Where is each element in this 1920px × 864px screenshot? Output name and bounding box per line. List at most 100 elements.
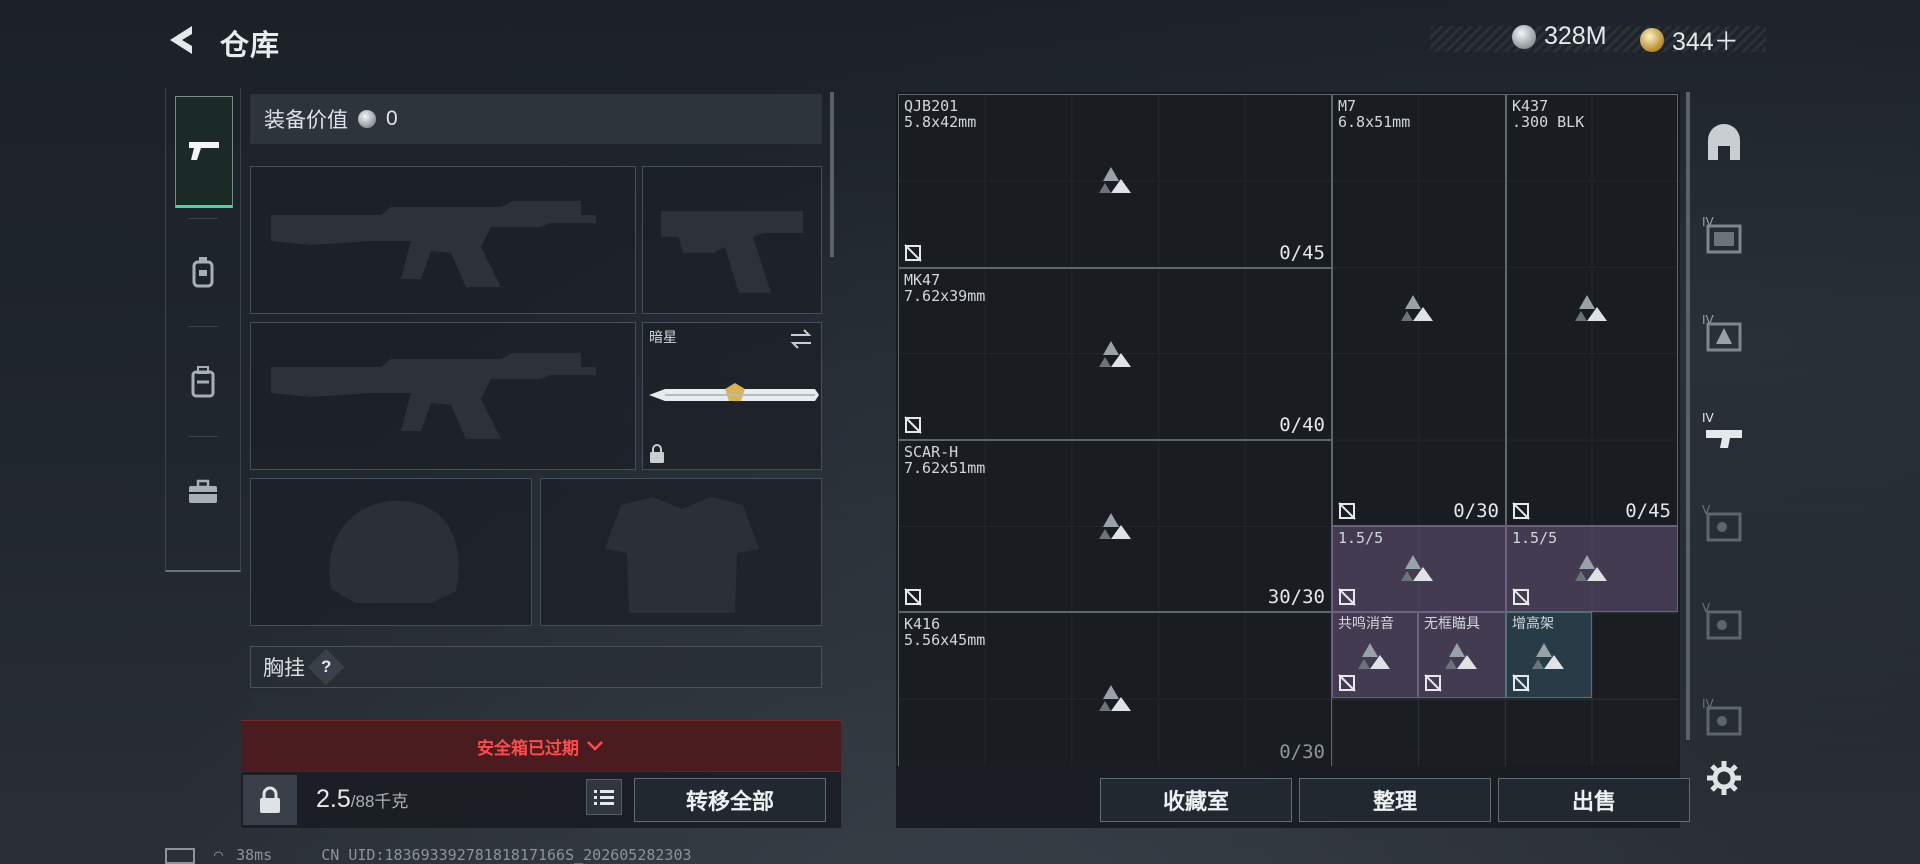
gold-coin-icon xyxy=(1640,28,1664,52)
backpack-icon xyxy=(191,366,215,398)
storage-tab-3-icon[interactable]: IV xyxy=(1700,408,1748,456)
item-count: 0/40 xyxy=(1279,414,1325,436)
item-name: K416 xyxy=(904,615,941,633)
game-logo-icon xyxy=(1401,295,1433,321)
item-label: QJB201 5.8x42mm xyxy=(904,98,976,130)
storage-item[interactable]: 1.5/5 xyxy=(1332,526,1506,612)
sidearm-slot[interactable] xyxy=(642,166,822,314)
collection-room-button[interactable]: 收藏室 xyxy=(1100,778,1292,822)
item-name: 共鸣消音 xyxy=(1338,616,1394,632)
tab-toolbox[interactable] xyxy=(174,438,232,546)
game-logo-icon xyxy=(1532,643,1564,669)
storage-tab-5-icon[interactable]: V xyxy=(1700,598,1748,646)
item-name: 1.5/5 xyxy=(1338,529,1384,547)
storage-item[interactable]: MK47 7.62x39mm 0/40 xyxy=(898,268,1332,440)
storage-item[interactable]: 共鸣消音 xyxy=(1332,612,1418,698)
item-ammo: 7.62x51mm xyxy=(904,459,986,477)
game-logo-icon xyxy=(1099,167,1131,193)
storage-item[interactable]: M7 6.8x51mm 0/30 xyxy=(1332,94,1506,526)
storage-grid: QJB201 5.8x42mm 0/45 M7 6.8x51mm 0/30 K437… xyxy=(898,94,1678,766)
settings-gear-icon[interactable] xyxy=(1704,758,1744,798)
storage-tab-2-icon[interactable]: IV xyxy=(1700,310,1748,358)
game-logo-icon xyxy=(1401,555,1433,581)
storage-item[interactable]: SCAR-H 7.62x51mm 30/30 xyxy=(898,440,1332,612)
melee-slot[interactable]: 暗星 xyxy=(642,322,822,470)
item-name: MK47 xyxy=(904,271,941,289)
swap-icon[interactable] xyxy=(789,329,813,349)
lock-icon xyxy=(260,786,280,813)
item-name: SCAR-H xyxy=(904,443,959,461)
game-logo-icon xyxy=(1099,513,1131,539)
no-slot-icon xyxy=(1512,588,1530,606)
item-label: K416 5.56x45mm xyxy=(904,616,985,648)
game-logo-icon xyxy=(1099,341,1131,367)
weight-display: 2.5/88千克 xyxy=(316,785,408,814)
storage-tab-main-icon[interactable] xyxy=(1700,120,1748,168)
safe-box-alert-text: 安全箱已过期 xyxy=(477,738,579,758)
equipment-value-bar: 装备价值 0 xyxy=(250,94,822,144)
wifi-icon: ◠ xyxy=(214,846,224,864)
storage-item[interactable]: K416 5.56x45mm 0/30 xyxy=(898,612,1332,766)
toolbox-icon xyxy=(189,479,217,503)
item-ammo: 6.8x51mm xyxy=(1338,113,1411,131)
help-icon[interactable]: ? xyxy=(307,648,345,686)
battery-icon xyxy=(165,847,195,864)
tab-backpack[interactable] xyxy=(174,328,232,436)
rifle-silhouette-icon xyxy=(271,201,596,287)
storage-item[interactable]: 无框瞄具 xyxy=(1418,612,1506,698)
storage-scrollbar[interactable] xyxy=(1686,92,1690,740)
item-name: M7 xyxy=(1338,97,1357,115)
equipment-value-label: 装备价值 xyxy=(264,109,348,132)
silver-coin-icon xyxy=(1512,24,1536,49)
transfer-all-button[interactable]: 转移全部 xyxy=(634,778,826,822)
item-count: 30/30 xyxy=(1267,586,1325,608)
lock-icon xyxy=(650,444,664,463)
armor-slot[interactable] xyxy=(540,478,822,626)
chest-rig-slot[interactable]: 胸挂 ? xyxy=(250,646,822,688)
weight-current: 2.5 xyxy=(316,785,351,813)
helmet-slot[interactable] xyxy=(250,478,532,626)
help-mark: ? xyxy=(320,656,332,676)
list-icon xyxy=(594,790,614,805)
tab-weapons[interactable] xyxy=(175,96,233,208)
chevron-down-icon xyxy=(587,741,603,751)
list-view-button[interactable] xyxy=(586,779,622,815)
storage-tab-1-icon[interactable]: IV xyxy=(1700,212,1748,260)
currency-gold-value: 344＋ xyxy=(1672,28,1739,56)
weight-max: /88千克 xyxy=(350,792,409,811)
vest-silhouette-icon xyxy=(605,497,759,613)
grenade-icon xyxy=(192,257,214,288)
storage-tab-4-icon[interactable]: V xyxy=(1700,500,1748,548)
item-name: 无框瞄具 xyxy=(1424,616,1480,632)
currency-silver: 328M xyxy=(1512,22,1607,51)
tab-items[interactable] xyxy=(174,218,232,326)
chest-rig-item-preview[interactable] xyxy=(250,692,368,720)
lock-button[interactable] xyxy=(243,775,297,825)
item-ammo: 7.62x39mm xyxy=(904,287,986,305)
item-name: K437 xyxy=(1512,97,1549,115)
storage-item[interactable]: QJB201 5.8x42mm 0/45 xyxy=(898,94,1332,268)
sell-button[interactable]: 出售 xyxy=(1498,778,1690,822)
rifle-silhouette-icon xyxy=(271,353,596,439)
melee-name: 暗星 xyxy=(649,329,677,345)
item-ammo: 5.56x45mm xyxy=(904,631,986,649)
storage-item[interactable]: 增高架 xyxy=(1506,612,1592,698)
secondary-weapon-slot[interactable] xyxy=(250,322,636,470)
game-logo-icon xyxy=(1099,685,1131,711)
storage-item[interactable]: 1.5/5 xyxy=(1506,526,1678,612)
game-logo-icon xyxy=(1445,643,1477,669)
game-logo-icon xyxy=(1575,295,1607,321)
safe-box-expired-alert[interactable]: 安全箱已过期 xyxy=(241,720,841,771)
primary-weapon-slot[interactable] xyxy=(250,166,636,314)
back-arrow-icon[interactable] xyxy=(164,22,200,58)
item-label: K437.300 BLK xyxy=(1512,98,1584,130)
category-tabs xyxy=(165,88,241,572)
item-label: M7 6.8x51mm xyxy=(1338,98,1410,130)
currency-gold[interactable]: 344＋ xyxy=(1640,22,1739,58)
equipment-scrollbar[interactable] xyxy=(830,92,834,257)
storage-item[interactable]: K437.300 BLK 0/45 xyxy=(1506,94,1678,526)
svg-text:IV: IV xyxy=(1702,411,1715,425)
no-slot-icon xyxy=(1512,502,1530,520)
storage-tab-6-icon[interactable]: IV xyxy=(1700,694,1748,742)
sort-button[interactable]: 整理 xyxy=(1299,778,1491,822)
